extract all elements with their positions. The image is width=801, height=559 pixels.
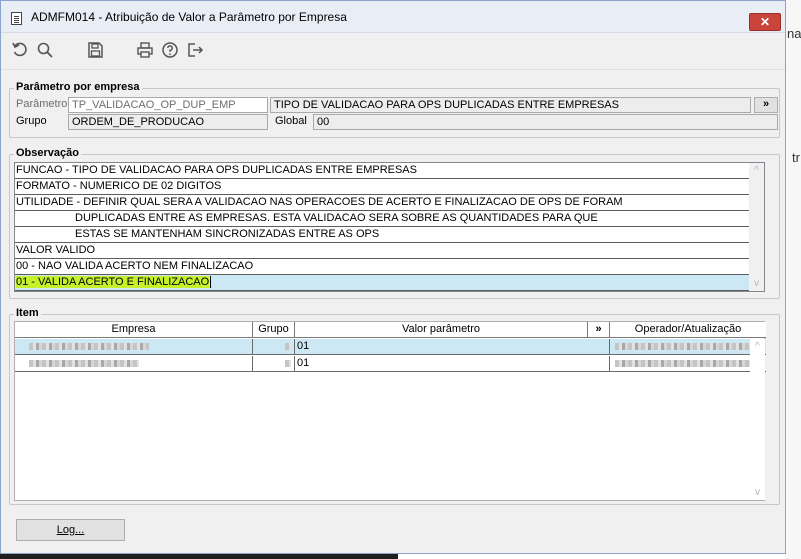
close-button[interactable]: ✕ bbox=[749, 13, 781, 31]
background-app bbox=[785, 0, 801, 559]
table-row[interactable]: 01 bbox=[15, 356, 766, 372]
observacao-line: FUNCAO - TIPO DE VALIDACAO PARA OPS DUPL… bbox=[15, 163, 764, 179]
observacao-scrollbar[interactable]: ^ v bbox=[749, 163, 764, 291]
observacao-text-area[interactable]: FUNCAO - TIPO DE VALIDACAO PARA OPS DUPL… bbox=[14, 162, 765, 292]
grupo-label: Grupo bbox=[16, 115, 47, 127]
background-text-fragment: na bbox=[787, 26, 801, 41]
observacao-group-title: Observação bbox=[14, 147, 81, 159]
item-scrollbar[interactable]: ^ v bbox=[750, 339, 765, 500]
toolbar bbox=[1, 34, 785, 70]
parametro-group bbox=[9, 88, 780, 138]
print-icon[interactable] bbox=[135, 41, 155, 61]
save-icon[interactable] bbox=[85, 41, 105, 61]
observacao-line: FORMATO - NUMERICO DE 02 DIGITOS bbox=[15, 179, 764, 195]
parametro-label: Parâmetro bbox=[16, 98, 68, 110]
observacao-line-selected[interactable]: 01 - VALIDA ACERTO E FINALIZACAO bbox=[15, 275, 764, 291]
global-label: Global bbox=[275, 115, 307, 127]
cell-operador bbox=[610, 339, 766, 355]
column-header-grupo[interactable]: Grupo bbox=[253, 322, 295, 338]
undo-icon[interactable] bbox=[10, 41, 30, 61]
redacted-text bbox=[285, 360, 291, 367]
column-header-valor[interactable]: Valor parâmetro bbox=[295, 322, 588, 338]
redacted-text bbox=[615, 343, 755, 350]
document-icon bbox=[11, 12, 22, 25]
parametro-description-field: TIPO DE VALIDACAO PARA OPS DUPLICADAS EN… bbox=[270, 97, 751, 113]
parametro-expand-button[interactable]: » bbox=[754, 97, 778, 113]
cell-grupo bbox=[253, 339, 295, 355]
item-group-title: Item bbox=[14, 307, 41, 319]
cell-empresa bbox=[15, 356, 253, 372]
window-title: ADMFM014 - Atribuição de Valor a Parâmet… bbox=[31, 10, 347, 24]
column-expand-button[interactable]: » bbox=[588, 322, 610, 338]
parametro-input[interactable]: TP_VALIDACAO_OP_DUP_EMP bbox=[68, 97, 268, 113]
title-bar: ADMFM014 - Atribuição de Valor a Parâmet… bbox=[1, 1, 785, 33]
table-row[interactable]: 01 bbox=[15, 339, 766, 355]
background-taskbar bbox=[0, 554, 398, 559]
highlighted-text: 01 - VALIDA ACERTO E FINALIZACAO bbox=[16, 276, 210, 288]
cell-valor[interactable]: 01 bbox=[295, 356, 610, 372]
observacao-line: VALOR VALIDO bbox=[15, 243, 764, 259]
scroll-down-icon[interactable]: v bbox=[749, 278, 764, 289]
cell-empresa bbox=[15, 339, 253, 355]
item-grid: Empresa Grupo Valor parâmetro » Operador… bbox=[14, 321, 766, 501]
cell-grupo bbox=[253, 356, 295, 372]
observacao-line: 00 - NAO VALIDA ACERTO NEM FINALIZACAO bbox=[15, 259, 764, 275]
parametro-group-title: Parâmetro por empresa bbox=[14, 81, 142, 93]
observacao-line: DUPLICADAS ENTRE AS EMPRESAS. ESTA VALID… bbox=[15, 211, 764, 227]
cell-operador bbox=[610, 356, 766, 372]
redacted-text bbox=[29, 343, 149, 350]
dialog-window: ADMFM014 - Atribuição de Valor a Parâmet… bbox=[0, 0, 786, 554]
observacao-line: UTILIDADE - DEFINIR QUAL SERA A VALIDACA… bbox=[15, 195, 764, 211]
grupo-field: ORDEM_DE_PRODUCAO bbox=[68, 114, 268, 130]
scroll-up-icon[interactable]: ^ bbox=[750, 341, 765, 352]
scroll-down-icon[interactable]: v bbox=[750, 487, 765, 498]
redacted-text bbox=[285, 343, 291, 350]
redacted-text bbox=[29, 360, 139, 367]
redacted-text bbox=[615, 360, 755, 367]
scroll-up-icon[interactable]: ^ bbox=[749, 165, 764, 176]
exit-icon[interactable] bbox=[185, 41, 205, 61]
column-header-operador[interactable]: Operador/Atualização bbox=[610, 322, 766, 338]
background-text-fragment: tr bbox=[792, 150, 800, 165]
cell-valor[interactable]: 01 bbox=[295, 339, 610, 355]
global-field: 00 bbox=[313, 114, 778, 130]
log-button[interactable]: Log... bbox=[16, 519, 125, 541]
observacao-line: ESTAS SE MANTENHAM SINCRONIZADAS ENTRE A… bbox=[15, 227, 764, 243]
help-icon[interactable] bbox=[160, 41, 180, 61]
column-header-empresa[interactable]: Empresa bbox=[15, 322, 253, 338]
search-icon[interactable] bbox=[35, 41, 55, 61]
